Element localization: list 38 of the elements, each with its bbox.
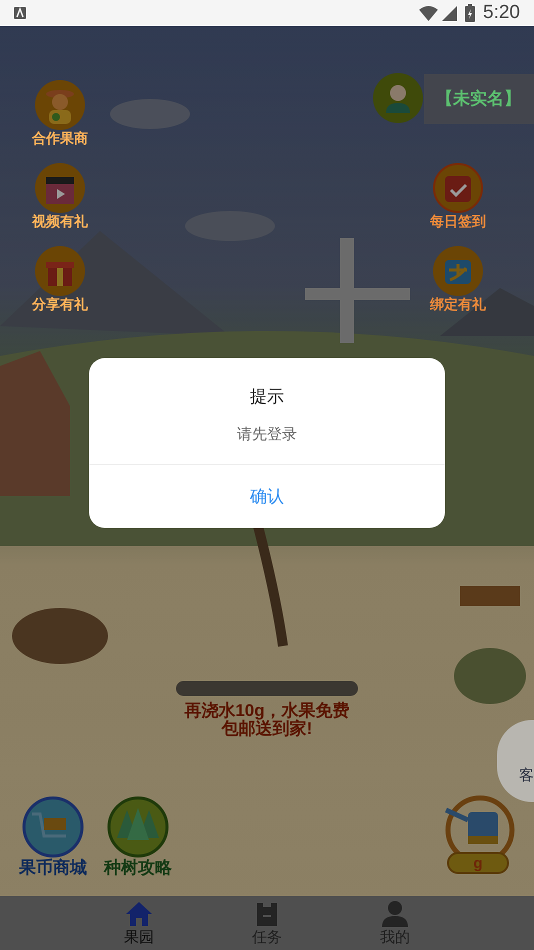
- feature-button[interactable]: 视频有礼: [30, 163, 90, 228]
- cart-icon: [22, 796, 84, 858]
- feature-label: 每日签到: [430, 214, 486, 228]
- feature-label: 视频有礼: [32, 214, 88, 228]
- feature-label: 种树攻略: [104, 859, 172, 876]
- feature-button[interactable]: 分享有礼: [30, 246, 90, 311]
- service-label: 客: [519, 766, 534, 786]
- tab[interactable]: 果园: [110, 896, 168, 950]
- profile-pill[interactable]: 【未实名】: [424, 74, 534, 124]
- dialog-title: 提示: [250, 386, 284, 408]
- bush-drawing: [454, 648, 526, 704]
- feature-label: 绑定有礼: [430, 297, 486, 311]
- clapperboard-icon: [35, 163, 85, 213]
- user-icon: [381, 900, 409, 928]
- calendar-check-icon: [433, 163, 483, 213]
- feature-button[interactable]: 绑定有礼: [428, 246, 488, 311]
- farmer-icon: [35, 80, 85, 130]
- feature-label: 合作果商: [32, 131, 88, 145]
- confirm-button[interactable]: 确认: [89, 465, 445, 528]
- service-button[interactable]: 客: [497, 720, 534, 802]
- signpost-drawing: [460, 586, 520, 606]
- home-icon: [125, 900, 153, 928]
- notification-icon: [14, 7, 26, 19]
- trees-icon: [107, 796, 169, 858]
- battery-icon: [465, 4, 476, 22]
- wallet-app-icon: [433, 246, 483, 296]
- feature-button[interactable]: 合作果商: [30, 80, 90, 145]
- avatar-icon[interactable]: [373, 73, 423, 123]
- gift-icon: [35, 246, 85, 296]
- progress-message: 再浇水10g，水果免费包邮送到家!: [183, 702, 351, 738]
- signal-icon: [442, 6, 458, 20]
- feature-label: 果币商城: [19, 859, 87, 876]
- dialog-message: 请先登录: [237, 424, 297, 444]
- feature-label: 分享有礼: [32, 297, 88, 311]
- feature-button[interactable]: 每日签到: [428, 163, 488, 228]
- status-time: 5:20: [483, 0, 520, 25]
- wifi-icon: [419, 6, 438, 20]
- profile-name: 【未实名】: [436, 88, 521, 110]
